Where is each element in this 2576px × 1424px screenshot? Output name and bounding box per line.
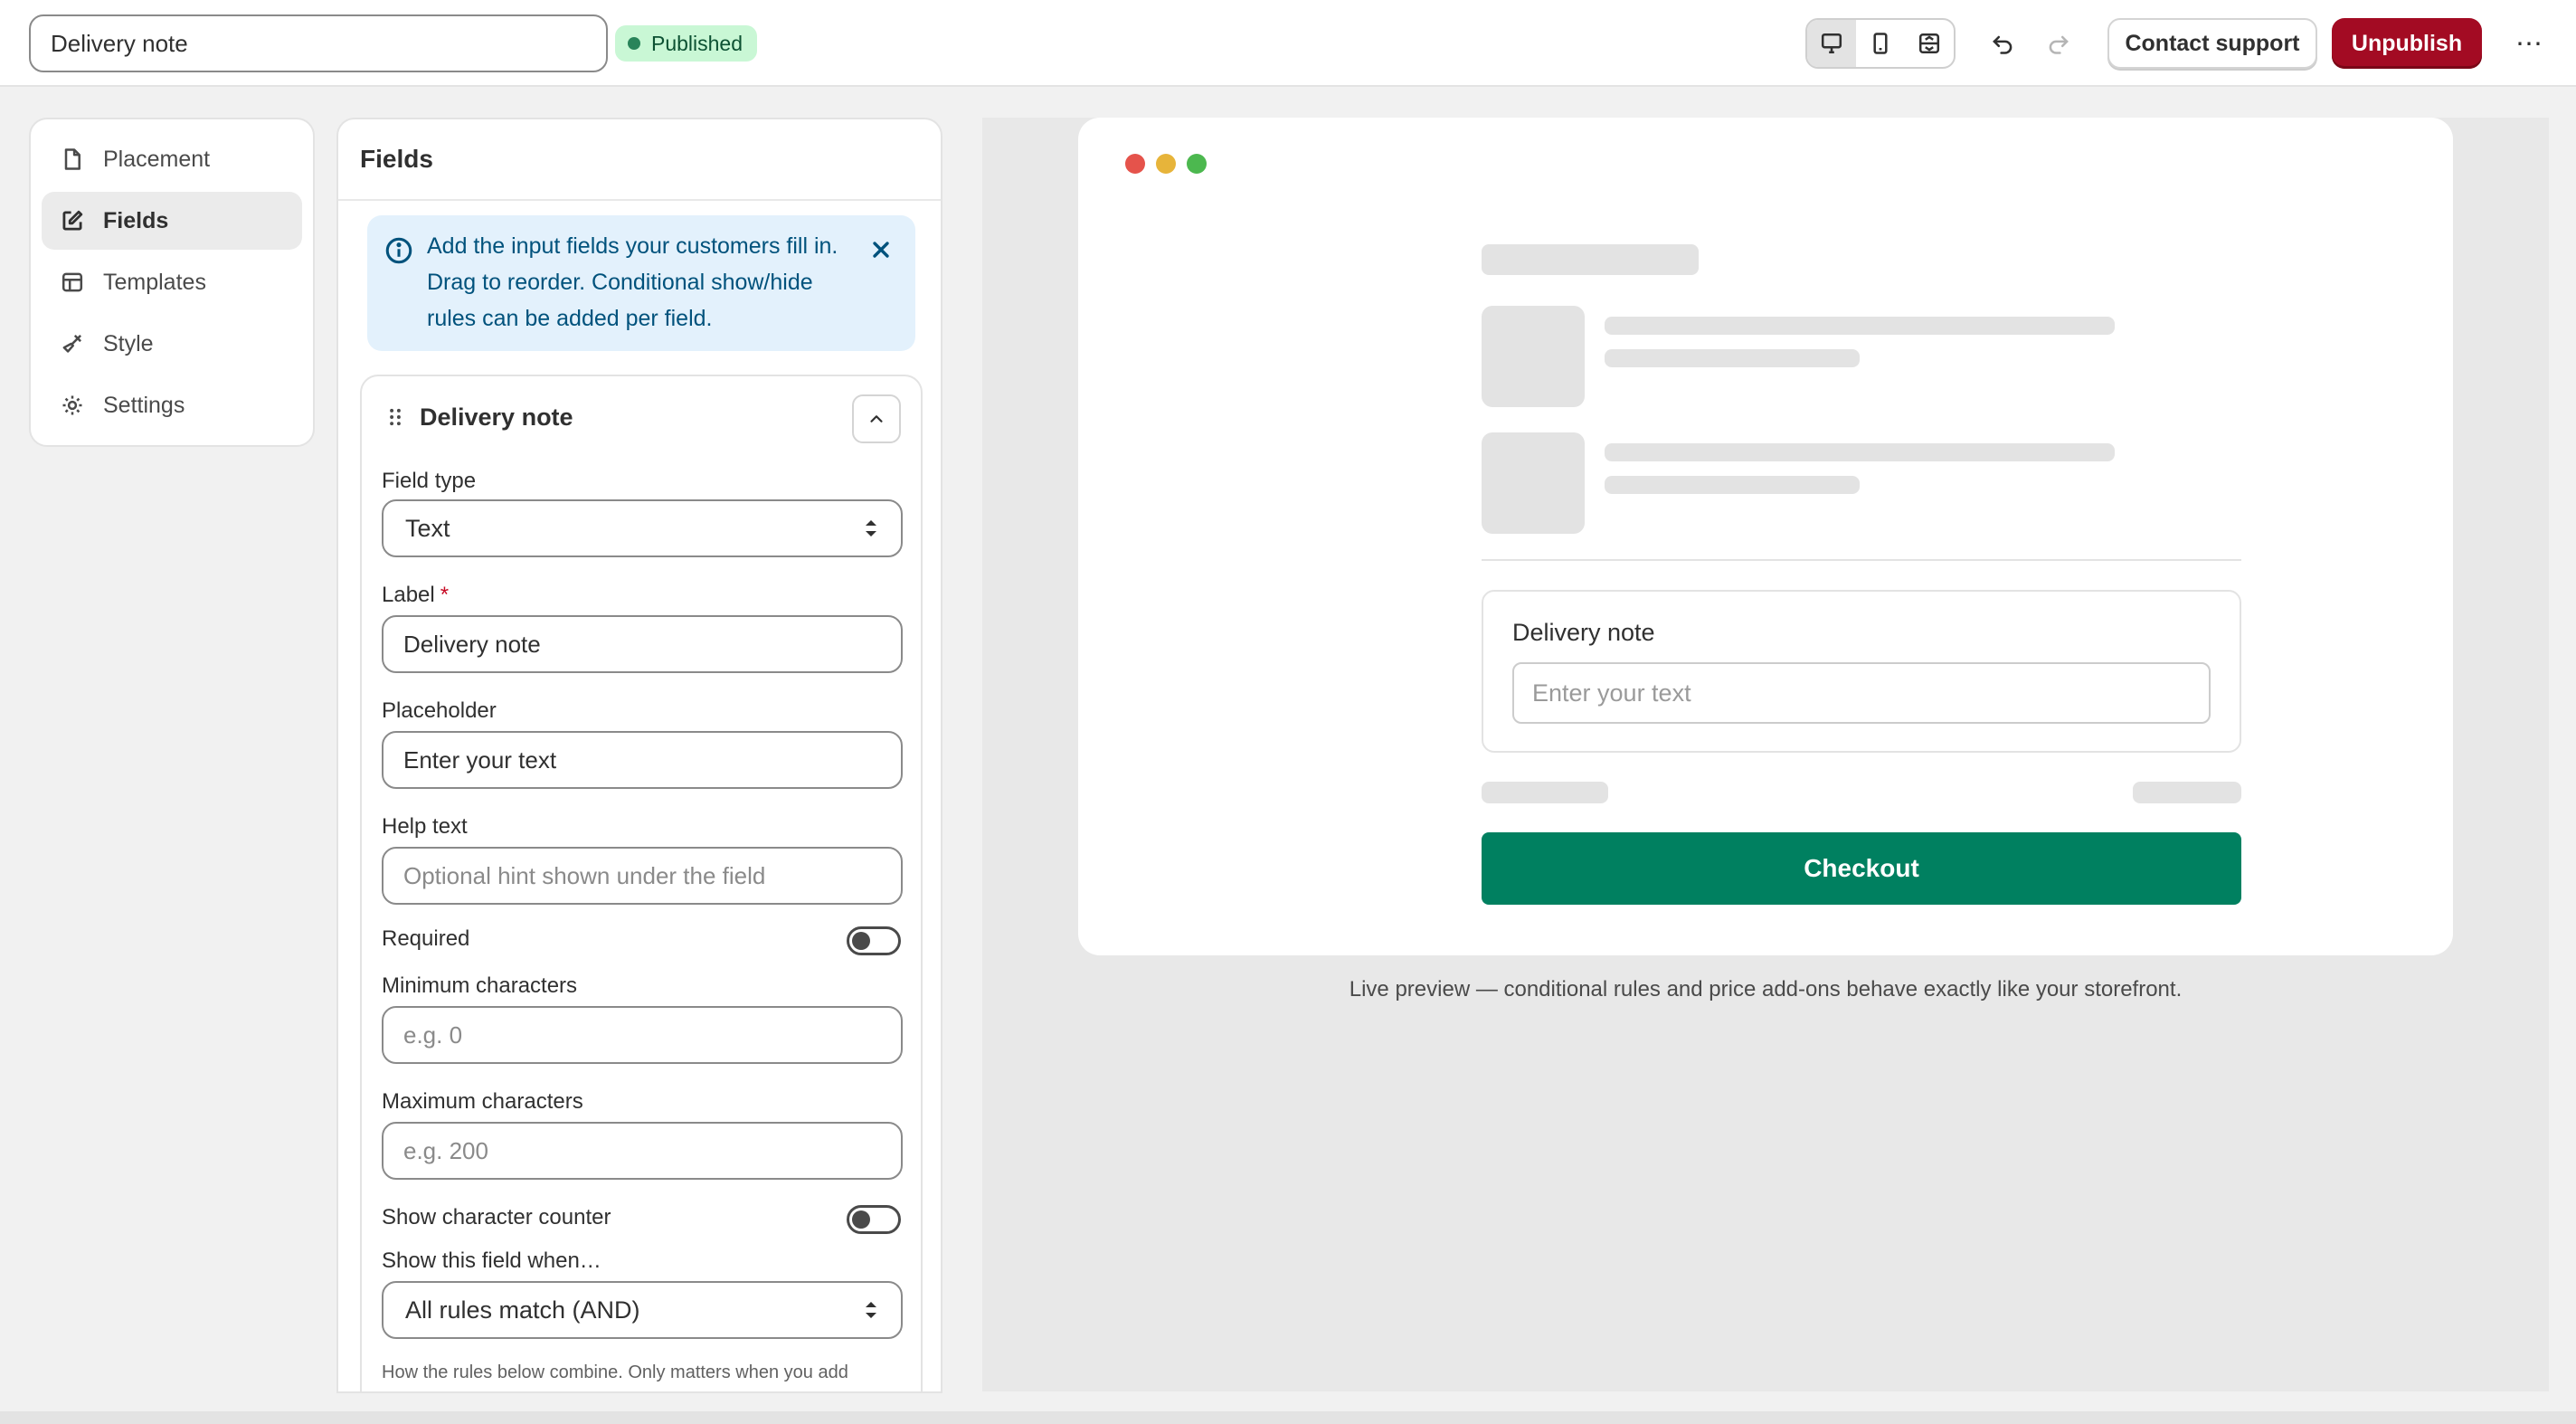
fullwidth-view-button[interactable] [1905,20,1954,67]
placeholder-field-label: Placeholder [382,698,497,723]
fields-panel: Fields Add the input fields your custome… [336,118,942,1393]
show-when-select[interactable]: All rules match (AND) [382,1281,903,1339]
placeholder-input[interactable]: Enter your text [382,731,903,789]
top-bar: Delivery note Published Contact support … [0,0,2576,87]
skeleton-thumbnail [1482,432,1585,534]
skeleton-line [1605,317,2115,335]
field-card: Delivery note Field type Text Label * Del… [360,375,923,1391]
more-icon: ⋯ [2515,28,2543,59]
bottom-scroll-strip [0,1411,2576,1424]
expand-icon [1918,33,1940,54]
max-characters-label: Maximum characters [382,1089,583,1114]
skeleton-line [1605,476,1860,494]
redo-button[interactable] [2037,22,2080,65]
sidebar-item-label: Templates [103,269,206,295]
field-card-header: Delivery note [362,376,921,458]
field-type-select[interactable]: Text [382,499,903,557]
status-badge: Published [615,25,758,62]
sidebar-item-label: Style [103,330,154,356]
label-field-label-text: Label [382,583,435,607]
help-text-input[interactable]: Optional hint shown under the field [382,847,903,905]
desktop-icon [1821,33,1842,54]
skeleton-subtotal-label [1482,782,1608,803]
checkout-button[interactable]: Checkout [1482,832,2241,905]
panel-title: Fields [338,119,941,201]
mobile-view-button[interactable] [1856,20,1905,67]
skeleton-thumbnail [1482,306,1585,407]
unpublish-button[interactable]: Unpublish [2332,18,2482,69]
status-badge-label: Published [651,31,743,55]
layout-icon [62,272,83,292]
rules-hint-text: How the rules below combine. Only matter… [382,1362,848,1382]
min-characters-label: Minimum characters [382,973,578,998]
required-toggle[interactable] [847,926,901,955]
chevron-up-icon [870,415,883,422]
skeleton-heading [1482,244,1699,275]
info-banner: Add the input fields your customers fill… [367,215,915,351]
gear-icon [62,395,82,415]
more-actions-button[interactable]: ⋯ [2505,22,2552,65]
character-counter-label: Show character counter [382,1205,611,1229]
collapse-field-button[interactable] [852,394,901,443]
min-characters-input[interactable]: e.g. 0 [382,1006,903,1064]
sidebar-item-label: Fields [103,207,169,233]
close-icon [873,242,889,258]
label-input[interactable]: Delivery note [382,615,903,673]
live-preview-area: Delivery note Enter your text Checkout L… [982,118,2549,1391]
info-icon [385,237,412,264]
redo-icon [2049,35,2069,54]
field-type-value: Text [405,514,450,542]
preview-browser-frame: Delivery note Enter your text Checkout [1078,118,2453,955]
dismiss-banner-button[interactable] [861,230,901,270]
field-card-title: Delivery note [420,403,573,431]
page-icon [64,148,80,170]
show-when-label: Show this field when… [382,1248,601,1273]
label-field-label: Label * [382,583,449,608]
preview-caption: Live preview — conditional rules and pri… [1349,977,2183,1002]
desktop-view-button[interactable] [1807,20,1856,67]
skeleton-subtotal-value [2133,782,2241,803]
sidebar-item-placement[interactable]: Placement [42,130,302,188]
sidebar-item-fields[interactable]: Fields [42,192,302,250]
undo-icon [1993,35,2012,54]
sidebar-item-label: Settings [103,392,185,418]
window-minimize-dot-icon [1156,154,1176,174]
window-maximize-dot-icon [1187,154,1207,174]
select-arrows-icon [866,1302,876,1318]
status-dot-icon [628,37,640,50]
show-when-value: All rules match (AND) [405,1296,640,1324]
preview-divider [1482,559,2241,561]
sidebar-item-style[interactable]: Style [42,315,302,373]
preview-field-label: Delivery note [1512,619,1655,646]
edit-icon [62,210,83,231]
character-counter-toggle[interactable] [847,1205,901,1234]
brush-icon [62,335,81,353]
undo-button[interactable] [1981,22,2024,65]
required-star-icon: * [440,583,450,607]
field-type-label: Field type [382,469,477,493]
sidebar-item-templates[interactable]: Templates [42,253,302,311]
max-characters-input[interactable]: e.g. 200 [382,1122,903,1180]
title-input[interactable]: Delivery note [29,14,608,72]
info-banner-text: Add the input fields your customers fill… [427,233,838,331]
contact-support-button[interactable]: Contact support [2107,18,2317,69]
view-toggle-group [1805,18,1956,69]
preview-delivery-note-field: Delivery note Enter your text [1482,590,2241,753]
mobile-icon [1873,33,1888,54]
drag-handle-icon[interactable] [384,405,407,429]
required-label: Required [382,926,470,951]
window-close-dot-icon [1125,154,1145,174]
select-arrows-icon [866,520,876,536]
preview-field-input[interactable]: Enter your text [1512,662,2211,724]
sidebar-item-settings[interactable]: Settings [42,376,302,434]
sidebar-item-label: Placement [103,146,211,172]
skeleton-line [1605,443,2115,461]
sidebar-nav: Placement Fields Templates Style Setting… [29,118,315,447]
help-text-label: Help text [382,814,468,839]
skeleton-line [1605,349,1860,367]
